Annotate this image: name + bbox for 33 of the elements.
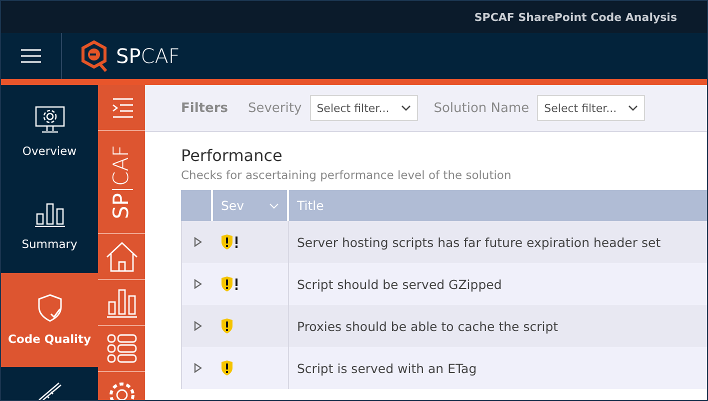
app-logo: SPCAF bbox=[116, 44, 180, 68]
bar-chart-icon bbox=[34, 201, 64, 227]
chevron-down-icon bbox=[269, 202, 279, 208]
ruler-pencil-icon bbox=[36, 381, 62, 400]
nav-item[interactable]: Code Quality bbox=[1, 273, 98, 367]
menu-icon bbox=[21, 49, 41, 63]
filter-label: Severity bbox=[248, 100, 302, 116]
nav-item[interactable]: Summary bbox=[1, 179, 98, 273]
filters-label: Filters bbox=[181, 100, 228, 116]
table-row[interactable]: Script is served with an ETag bbox=[181, 347, 707, 389]
home-icon bbox=[106, 242, 138, 272]
section-subtitle: Checks for ascertaining performance level of the solution bbox=[181, 168, 512, 182]
check-title: Script should be served GZipped bbox=[297, 276, 502, 292]
chevron-down-icon bbox=[400, 105, 411, 111]
section-title: Performance bbox=[181, 146, 284, 165]
check-title: Script is served with an ETag bbox=[297, 360, 477, 376]
vertical-logo: SP|CAF bbox=[110, 144, 134, 220]
bar-chart-icon bbox=[106, 288, 136, 318]
nav-item[interactable]: Overview bbox=[1, 85, 98, 179]
shield-check-icon bbox=[36, 294, 62, 322]
check-title: Proxies should be able to cache the script bbox=[297, 318, 558, 334]
window-title: SPCAF SharePoint Code Analysis bbox=[474, 10, 677, 24]
table-row[interactable]: Proxies should be able to cache the script bbox=[181, 305, 707, 347]
monitor-gear-icon bbox=[34, 106, 64, 134]
filter-label: Solution Name bbox=[434, 100, 530, 116]
list-icon bbox=[106, 334, 136, 364]
filter-dropdown[interactable]: Select filter... bbox=[310, 95, 418, 121]
hexagon-logo-icon bbox=[80, 39, 110, 73]
filter-dropdown[interactable]: Select filter... bbox=[537, 95, 646, 121]
table-row[interactable]: Script should be served GZipped bbox=[181, 263, 707, 305]
chevron-down-icon bbox=[628, 105, 638, 111]
table-row[interactable]: Server hosting scripts has far future expiration header set bbox=[181, 221, 707, 263]
check-title: Server hosting scripts has far future expiration header set bbox=[297, 234, 661, 250]
